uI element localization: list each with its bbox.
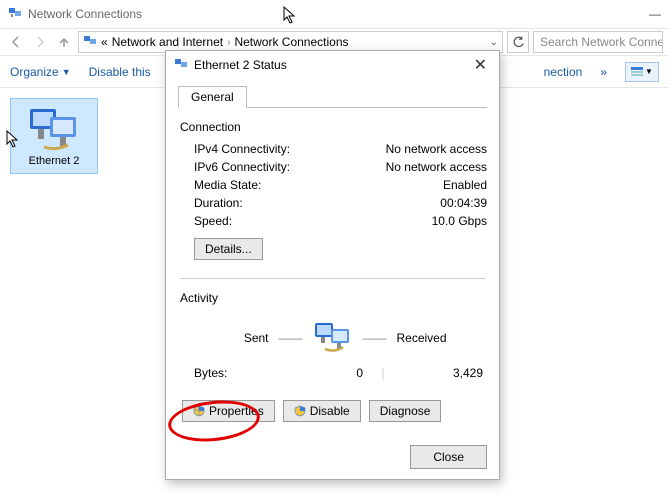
adapter-ethernet2[interactable]: Ethernet 2 bbox=[10, 98, 98, 174]
toolbar-overflow[interactable]: » bbox=[600, 65, 607, 79]
chevron-down-icon: ▼ bbox=[62, 67, 71, 77]
ipv4-value: No network access bbox=[367, 142, 487, 156]
group-connection-label: Connection bbox=[180, 120, 487, 134]
row-speed: Speed: 10.0 Gbps bbox=[178, 212, 487, 230]
breadcrumb-item[interactable]: Network and Internet bbox=[112, 35, 223, 49]
activity-computers-icon bbox=[313, 319, 353, 356]
row-duration: Duration: 00:04:39 bbox=[178, 194, 487, 212]
ethernet-icon bbox=[174, 57, 188, 74]
chevron-down-icon: ▼ bbox=[645, 67, 653, 76]
window-title: Network Connections bbox=[28, 7, 649, 21]
ipv6-value: No network access bbox=[367, 160, 487, 174]
bytes-recv-value: 3,429 bbox=[403, 366, 483, 380]
details-button[interactable]: Details... bbox=[194, 238, 263, 260]
adapter-label: Ethernet 2 bbox=[13, 155, 95, 167]
bytes-divider: | bbox=[363, 366, 403, 380]
ipv6-label: IPv6 Connectivity: bbox=[194, 160, 367, 174]
search-placeholder: Search Network Connecti bbox=[540, 35, 663, 49]
minimize-button[interactable]: — bbox=[649, 7, 661, 21]
shield-icon bbox=[294, 405, 306, 417]
bytes-label: Bytes: bbox=[194, 366, 283, 380]
breadcrumb-item[interactable]: Network Connections bbox=[234, 35, 348, 49]
sent-label: Sent bbox=[189, 331, 269, 345]
network-adapter-icon bbox=[26, 103, 82, 151]
dash-icon: —— bbox=[279, 331, 303, 345]
received-label: Received bbox=[397, 331, 477, 345]
breadcrumb-root-glyph: « bbox=[101, 35, 108, 49]
dialog-footer: Close bbox=[166, 435, 499, 479]
bytes-sent-value: 0 bbox=[283, 366, 363, 380]
group-activity-label: Activity bbox=[180, 291, 487, 305]
bytes-row: Bytes: 0 | 3,429 bbox=[178, 360, 487, 384]
tab-general[interactable]: General bbox=[178, 86, 247, 108]
dash-icon: —— bbox=[363, 331, 387, 345]
speed-value: 10.0 Gbps bbox=[367, 214, 487, 228]
dialog-titlebar: Ethernet 2 Status ✕ bbox=[166, 51, 499, 79]
close-icon[interactable]: ✕ bbox=[470, 55, 491, 75]
row-ipv4: IPv4 Connectivity: No network access bbox=[178, 140, 487, 158]
toolbar-item-fragment[interactable]: nection bbox=[544, 65, 583, 79]
nav-back-button[interactable] bbox=[6, 32, 26, 52]
activity-header: Sent —— —— Received bbox=[178, 319, 487, 356]
dialog-title: Ethernet 2 Status bbox=[194, 58, 287, 72]
properties-button[interactable]: Properties bbox=[182, 400, 275, 422]
duration-label: Duration: bbox=[194, 196, 367, 210]
row-media: Media State: Enabled bbox=[178, 176, 487, 194]
nav-up-button[interactable] bbox=[54, 32, 74, 52]
control-panel-icon bbox=[83, 34, 97, 51]
diagnose-button[interactable]: Diagnose bbox=[369, 400, 442, 422]
window-titlebar: Network Connections — bbox=[0, 0, 669, 28]
chevron-right-icon: › bbox=[227, 37, 230, 48]
refresh-button[interactable] bbox=[507, 31, 529, 53]
duration-value: 00:04:39 bbox=[367, 196, 487, 210]
speed-label: Speed: bbox=[194, 214, 367, 228]
shield-icon bbox=[193, 405, 205, 417]
media-value: Enabled bbox=[367, 178, 487, 192]
action-row: Properties Disable Diagnose bbox=[178, 384, 487, 422]
nav-forward-button[interactable] bbox=[30, 32, 50, 52]
close-button[interactable]: Close bbox=[410, 445, 487, 469]
disable-device-button[interactable]: Disable this bbox=[89, 65, 151, 79]
search-input[interactable]: Search Network Connecti bbox=[533, 31, 663, 53]
network-connections-icon bbox=[8, 6, 22, 23]
ethernet-status-dialog: Ethernet 2 Status ✕ General Connection I… bbox=[165, 50, 500, 480]
breadcrumb-dropdown[interactable]: ⌄ bbox=[490, 37, 498, 48]
row-ipv6: IPv6 Connectivity: No network access bbox=[178, 158, 487, 176]
ipv4-label: IPv4 Connectivity: bbox=[194, 142, 367, 156]
view-options-button[interactable]: ▼ bbox=[625, 62, 659, 82]
tab-strip: General bbox=[178, 85, 487, 108]
media-label: Media State: bbox=[194, 178, 367, 192]
disable-button[interactable]: Disable bbox=[283, 400, 361, 422]
organize-menu[interactable]: Organize ▼ bbox=[10, 65, 71, 79]
divider bbox=[180, 278, 485, 279]
